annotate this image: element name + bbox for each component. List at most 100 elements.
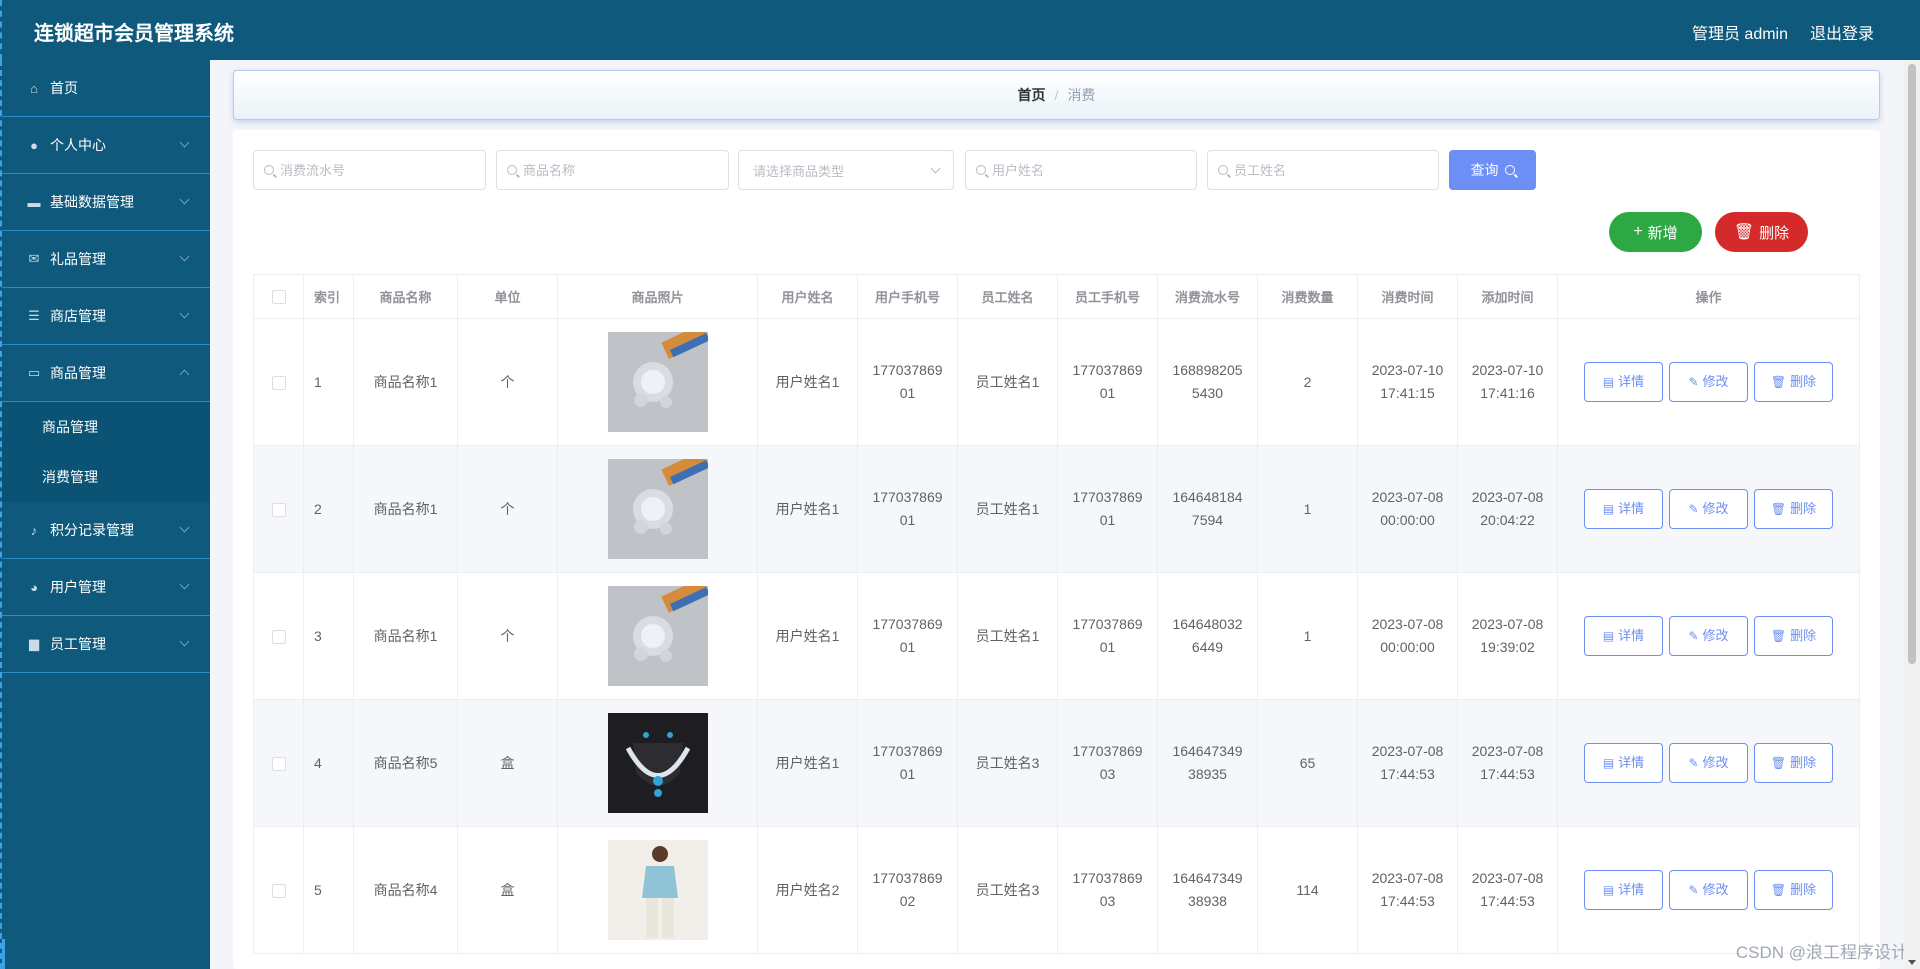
row-delete-button[interactable]: 🗑 删除 [1754, 616, 1833, 656]
serial-cell: 164648032 6449 [1157, 572, 1258, 700]
row-actions-cell: ▤ 详情 ✎ 修改 🗑 删除 [1557, 318, 1860, 446]
row-checkbox[interactable] [271, 756, 286, 771]
staff-phone-cell: 177037869 01 [1057, 572, 1158, 700]
user-phone-part: 177037869 [872, 743, 943, 759]
trash-icon: 🗑 [1770, 502, 1787, 516]
edit-label: 修改 [1702, 374, 1729, 389]
serial-part: 38938 [1188, 893, 1227, 909]
chevron-down-icon [179, 636, 190, 647]
ticket-icon: ▬ [27, 194, 41, 210]
row-delete-button[interactable]: 🗑 删除 [1754, 870, 1833, 910]
sidebar-subitem-consume-manage[interactable]: 消费管理 [2, 452, 210, 502]
trash-icon: 🗑 [1770, 629, 1787, 643]
photo-cell [557, 445, 758, 573]
column-header: 用户姓名 [757, 274, 858, 319]
edit-label: 修改 [1702, 628, 1729, 643]
delete-label: 删除 [1790, 374, 1817, 389]
row-select-cell [253, 445, 304, 573]
sidebar-item-basic-data[interactable]: ▬ 基础数据管理 [2, 174, 210, 231]
row-checkbox[interactable] [271, 883, 286, 898]
edit-button[interactable]: ✎ 修改 [1669, 743, 1748, 783]
row-checkbox[interactable] [271, 375, 286, 390]
staff-name-search-field[interactable] [1207, 150, 1439, 190]
sidebar-item-goods[interactable]: ▭ 商品管理 [2, 345, 210, 402]
breadcrumb-home[interactable]: 首页 [1018, 85, 1046, 105]
staff-name-search-input[interactable] [1234, 162, 1438, 178]
consume-time-cell: 2023-07-08 17:44:53 [1357, 699, 1458, 827]
add-time-cell: 2023-07-08 17:44:53 [1457, 699, 1558, 827]
goods-name-search-input[interactable] [523, 162, 728, 178]
add-clock: 17:44:53 [1480, 766, 1535, 782]
chevron-down-icon [179, 308, 190, 319]
sidebar-item-label: 商店管理 [50, 308, 106, 324]
staff-phone-part: 01 [1099, 512, 1116, 528]
sidebar-item-shop[interactable]: ☰ 商店管理 [2, 288, 210, 345]
edit-button[interactable]: ✎ 修改 [1669, 362, 1748, 402]
sidebar-item-gift[interactable]: ✉ 礼品管理 [2, 231, 210, 288]
pencil-icon: ✎ [1688, 883, 1699, 897]
select-all-checkbox[interactable] [271, 290, 286, 305]
sidebar-item-user[interactable]: ◕ 用户管理 [2, 559, 210, 616]
column-header: 单位 [457, 274, 558, 319]
sidebar-item-label: 礼品管理 [50, 251, 106, 267]
logout-button[interactable]: 退出登录 [1810, 20, 1874, 44]
detail-button[interactable]: ▤ 详情 [1584, 489, 1663, 529]
book-icon: ▆ [29, 636, 39, 651]
serial-search-input[interactable] [280, 162, 485, 178]
add-time-cell: 2023-07-08 19:39:02 [1457, 572, 1558, 700]
goods-type-select[interactable]: 请选择商品类型 [738, 150, 954, 190]
detail-button[interactable]: ▤ 详情 [1584, 743, 1663, 783]
serial-part: 7594 [1191, 512, 1224, 528]
sidebar-item-home[interactable]: ⌂ 首页 [2, 60, 210, 117]
scrollbar-thumb[interactable] [1908, 64, 1916, 664]
detail-label: 详情 [1618, 501, 1645, 516]
row-delete-button[interactable]: 🗑 删除 [1754, 743, 1833, 783]
user-phone-part: 177037869 [872, 362, 943, 378]
row-checkbox[interactable] [271, 629, 286, 644]
edit-button[interactable]: ✎ 修改 [1669, 489, 1748, 529]
edit-button[interactable]: ✎ 修改 [1669, 616, 1748, 656]
row-select-cell [253, 826, 304, 954]
edit-button[interactable]: ✎ 修改 [1669, 870, 1748, 910]
sidebar-item-staff[interactable]: ▆ 员工管理 [2, 616, 210, 673]
scroll-down-arrow-icon[interactable] [1908, 960, 1916, 965]
sidebar-item-personal-center[interactable]: ● 个人中心 [2, 117, 210, 174]
row-actions-cell: ▤ 详情 ✎ 修改 🗑 删除 [1557, 572, 1860, 700]
serial-search-field[interactable] [253, 150, 486, 190]
vertical-scrollbar[interactable] [1904, 60, 1920, 969]
detail-button[interactable]: ▤ 详情 [1584, 870, 1663, 910]
batch-delete-button[interactable]: 🗑 删除 [1715, 212, 1808, 252]
detail-button[interactable]: ▤ 详情 [1584, 616, 1663, 656]
staff-phone-cell: 177037869 01 [1057, 318, 1158, 446]
row-delete-button[interactable]: 🗑 删除 [1754, 489, 1833, 529]
user-phone-cell: 177037869 01 [857, 699, 958, 827]
delete-label: 删除 [1790, 755, 1817, 770]
query-button[interactable]: 查询 [1449, 150, 1536, 190]
staff-phone-part: 177037869 [1072, 616, 1143, 632]
add-clock: 19:39:02 [1480, 639, 1535, 655]
user-name-search-field[interactable] [965, 150, 1197, 190]
user-phone-cell: 177037869 02 [857, 826, 958, 954]
photo-cell [557, 826, 758, 954]
sidebar-subitem-goods-manage[interactable]: 商品管理 [2, 402, 210, 452]
breadcrumb-current: 消费 [1067, 87, 1096, 103]
breadcrumb-separator: / [1054, 87, 1059, 103]
goods-name-search-field[interactable] [496, 150, 729, 190]
delete-label: 删除 [1790, 628, 1817, 643]
sidebar: ⌂ 首页 ● 个人中心 ▬ 基础数据管理 ✉ 礼品管理 ☰ 商店管理 ▭ 商品管… [0, 60, 210, 969]
unit-cell: 个 [457, 445, 558, 573]
staff-name-cell: 员工姓名1 [957, 445, 1058, 573]
sidebar-item-points[interactable]: ♪ 积分记录管理 [2, 502, 210, 559]
consume-time-cell: 2023-07-08 00:00:00 [1357, 572, 1458, 700]
row-delete-button[interactable]: 🗑 删除 [1754, 362, 1833, 402]
pencil-icon: ✎ [1688, 375, 1699, 389]
user-name-search-input[interactable] [992, 162, 1196, 178]
consume-date: 2023-07-08 [1371, 616, 1444, 632]
detail-button[interactable]: ▤ 详情 [1584, 362, 1663, 402]
sidebar-subitem-label: 商品管理 [42, 419, 98, 435]
add-button[interactable]: + 新增 [1609, 212, 1702, 252]
add-date: 2023-07-10 [1471, 362, 1544, 378]
row-checkbox[interactable] [271, 502, 286, 517]
staff-phone-cell: 177037869 03 [1057, 826, 1158, 954]
pencil-icon: ✎ [1688, 629, 1699, 643]
